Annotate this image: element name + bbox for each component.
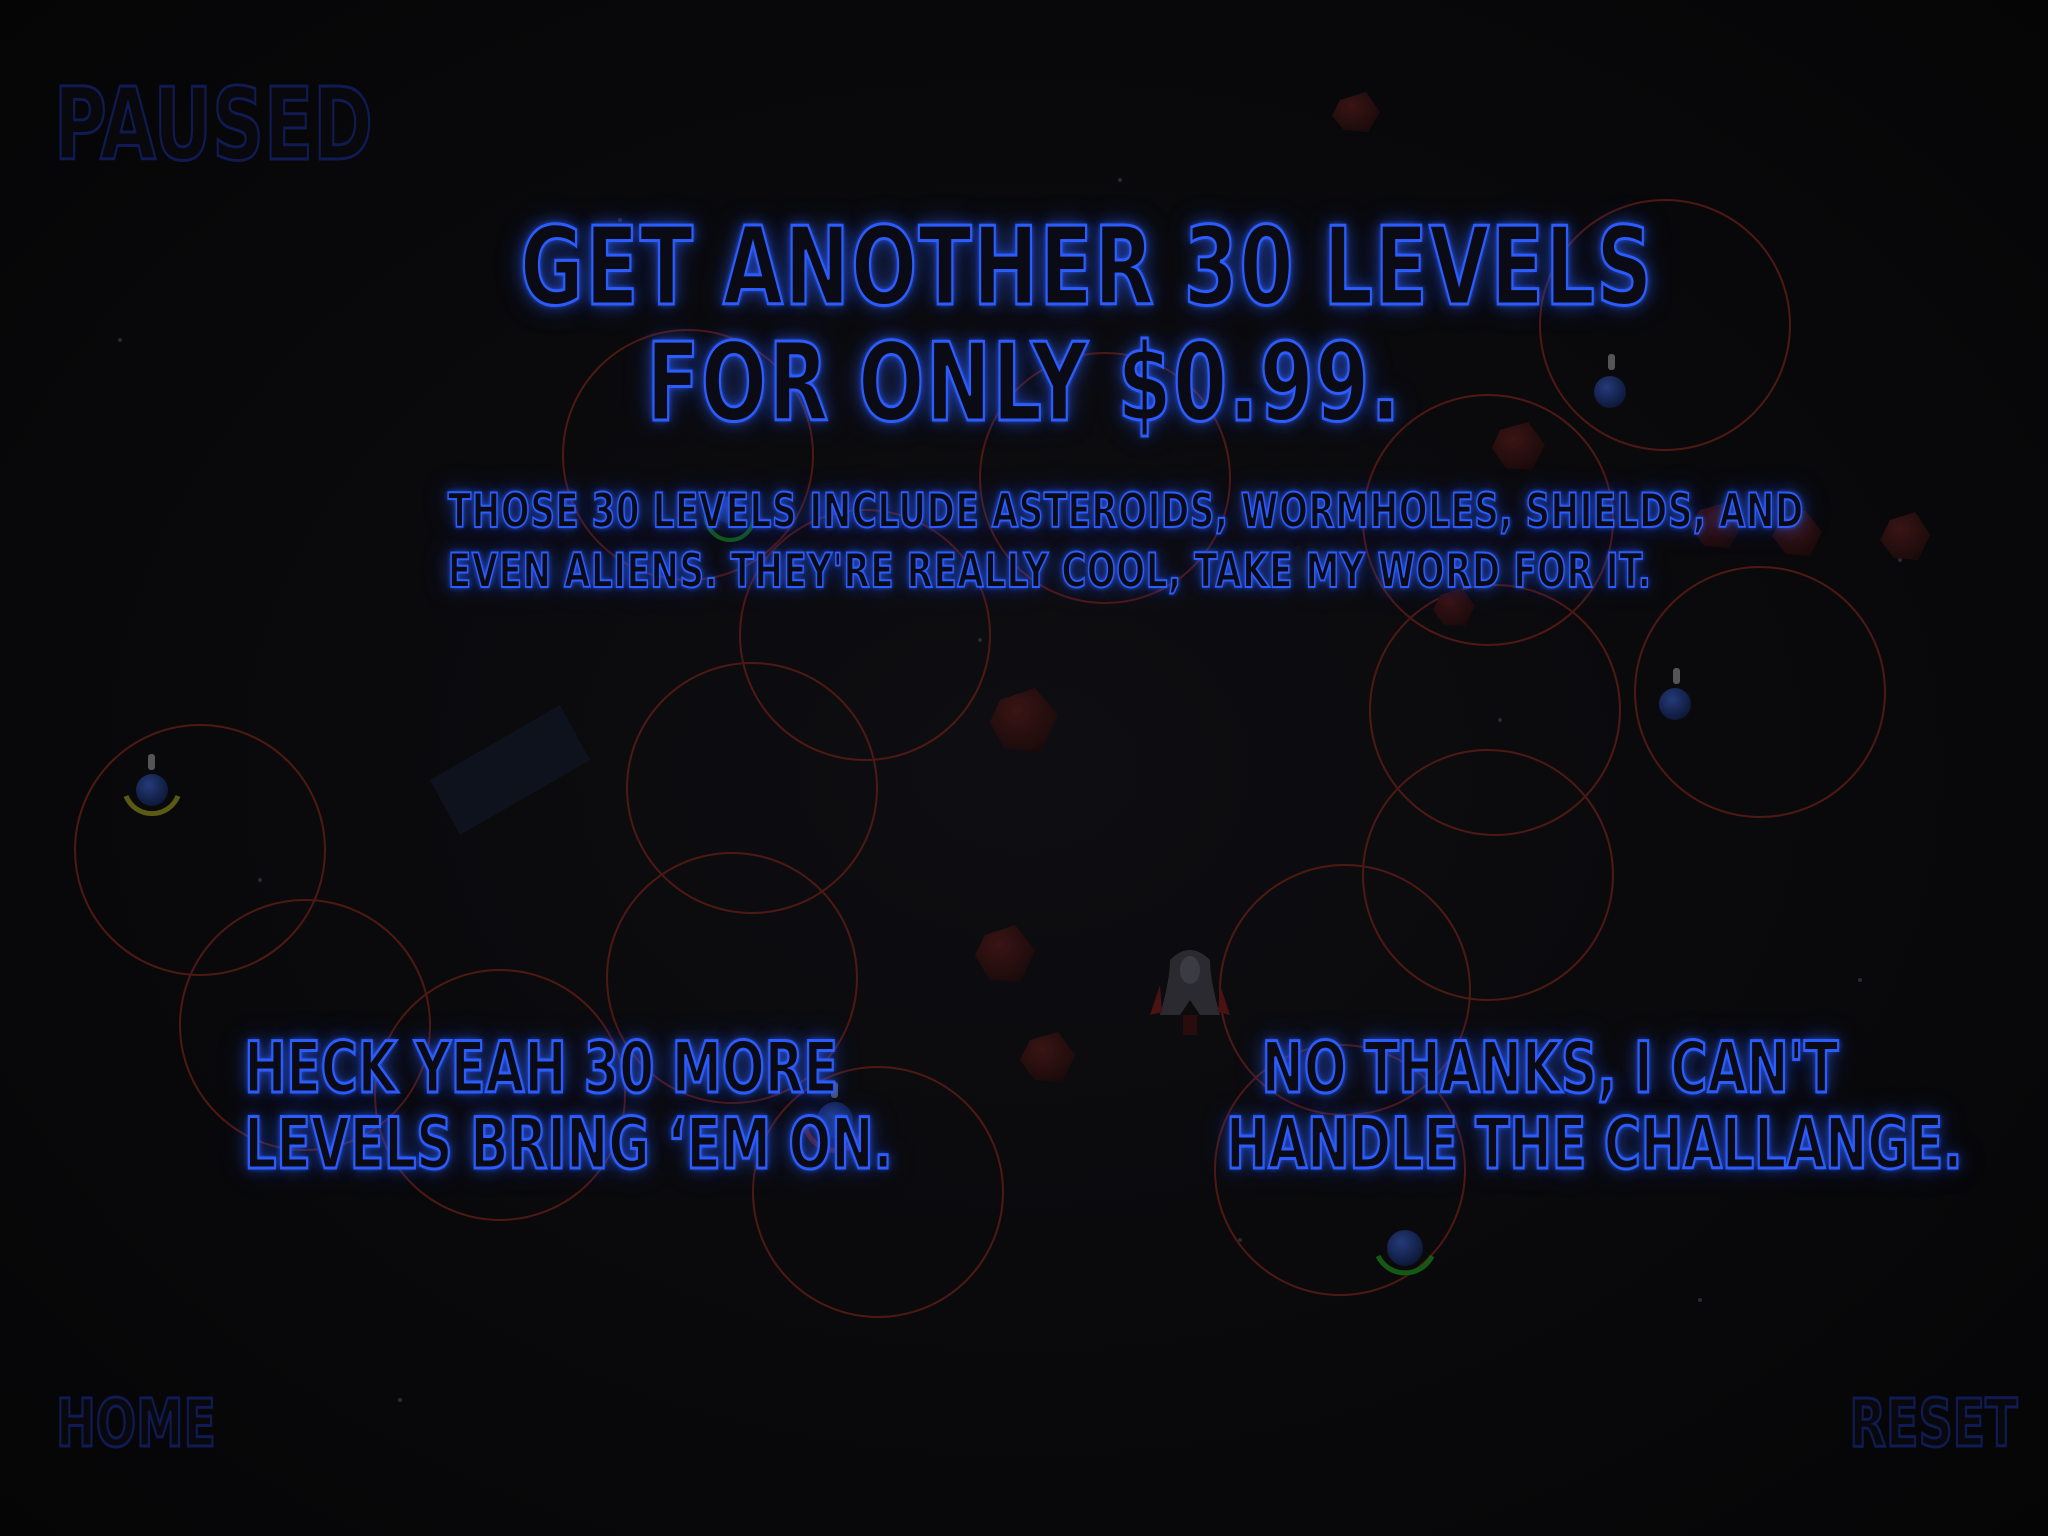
game-screen: PAUSED HOME RESET GET ANOTHER 30 LEVELS … <box>0 0 2048 1536</box>
orbit-ring <box>1362 749 1614 1001</box>
accept-offer-button[interactable]: HECK YEAH 30 MORE LEVELS BRING ‘EM ON. <box>243 1027 894 1185</box>
reset-button[interactable]: RESET <box>1849 1386 2019 1461</box>
planet-icon <box>1659 668 1691 720</box>
home-button[interactable]: HOME <box>55 1386 217 1461</box>
offer-description-line: EVEN ALIENS. THEY'RE REALLY COOL, TAKE M… <box>447 543 1652 600</box>
decline-offer-label: NO THANKS, I CAN'T <box>1261 1027 1840 1109</box>
astronaut-icon <box>148 754 155 770</box>
orbit-ring <box>1369 584 1621 836</box>
asteroid-icon <box>1880 512 1930 560</box>
orbit-ring <box>74 724 326 976</box>
asteroid-icon <box>990 688 1058 752</box>
offer-title-line: GET ANOTHER 30 LEVELS <box>519 205 1654 330</box>
offer-description-line: THOSE 30 LEVELS INCLUDE ASTEROIDS, WORMH… <box>447 483 1804 540</box>
rocket-icon <box>1150 950 1230 1035</box>
decline-offer-button[interactable]: NO THANKS, I CAN'T HANDLE THE CHALLANGE. <box>1225 1027 1964 1185</box>
orbit-ring <box>626 662 878 914</box>
accept-offer-label: LEVELS BRING ‘EM ON. <box>243 1103 894 1185</box>
planet-icon <box>1594 354 1626 408</box>
offer-title: GET ANOTHER 30 LEVELS FOR ONLY $0.99. <box>519 205 1654 446</box>
planet-icon <box>123 754 181 817</box>
paused-label: PAUSED <box>53 66 374 183</box>
astronaut-icon <box>1673 668 1680 684</box>
offer-description: THOSE 30 LEVELS INCLUDE ASTEROIDS, WORMH… <box>447 482 1804 602</box>
offer-title-line: FOR ONLY $0.99. <box>645 321 1402 446</box>
planet-icon <box>1375 1230 1435 1276</box>
asteroid-icon <box>1020 1032 1075 1082</box>
accept-offer-label: HECK YEAH 30 MORE <box>243 1027 839 1109</box>
astronaut-icon <box>1608 354 1615 370</box>
asteroid-icon <box>1332 92 1380 132</box>
decline-offer-label: HANDLE THE CHALLANGE. <box>1225 1103 1964 1185</box>
asteroid-icon <box>975 925 1035 982</box>
